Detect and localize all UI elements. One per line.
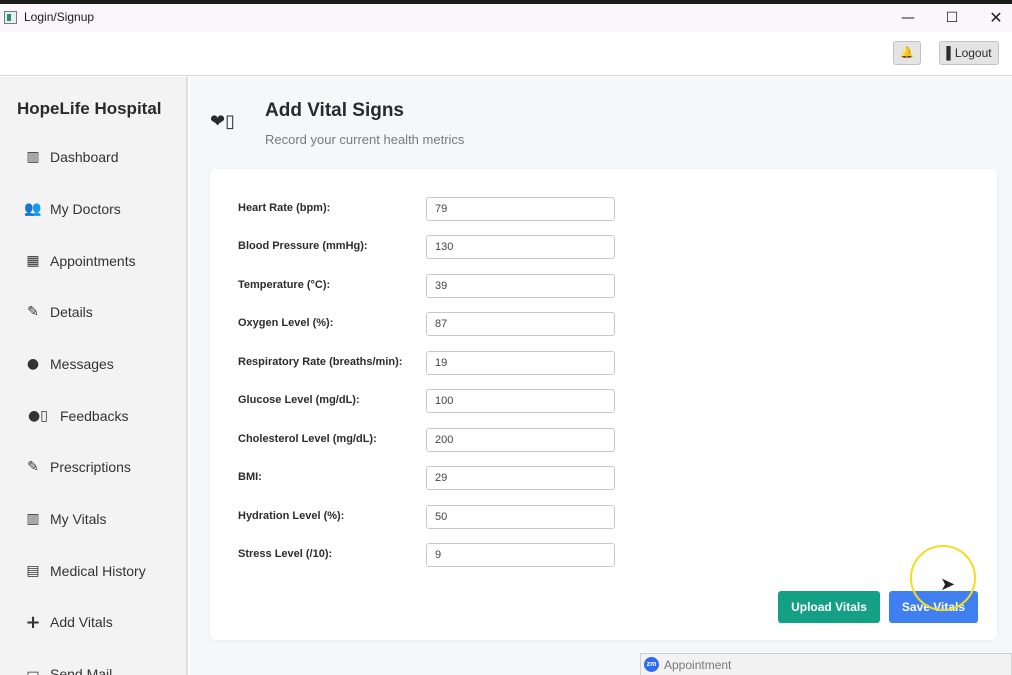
mouse-pointer-icon: ➤ xyxy=(940,574,956,595)
form-row-blood-pressure: Blood Pressure (mmHg): xyxy=(238,235,658,259)
calendar-icon: ▦ xyxy=(26,253,40,269)
sidebar-item-add-vitals[interactable]: + Add Vitals xyxy=(24,610,113,634)
taskbar-window-label: Appointment xyxy=(664,658,732,672)
form-row-hydration-level: Hydration Level (%): xyxy=(238,505,658,529)
taskbar-appointment-window[interactable]: zm Appointment xyxy=(640,653,1012,675)
hydration-level-label: Hydration Level (%): xyxy=(238,510,345,522)
form-row-cholesterol-level: Cholesterol Level (mg/dL): xyxy=(238,428,658,452)
brand-title: HopeLife Hospital xyxy=(17,99,162,118)
window-titlebar: Login/Signup — ☐ ✕ xyxy=(0,4,1012,32)
plus-icon: + xyxy=(25,611,41,633)
respiratory-rate-input[interactable] xyxy=(426,351,615,375)
stress-level-label: Stress Level (/10): xyxy=(238,548,333,560)
heart-rate-label: Heart Rate (bpm): xyxy=(238,202,331,214)
edit-icon: ✎ xyxy=(27,304,39,320)
temperature-input[interactable] xyxy=(426,274,615,298)
notifications-button[interactable]: 🔔 xyxy=(893,41,921,65)
vitals-form-card: Heart Rate (bpm): Blood Pressure (mmHg):… xyxy=(210,169,997,640)
scroll-icon: ▤ xyxy=(26,563,40,579)
zoom-app-icon: zm xyxy=(644,657,659,672)
mail-icon: ▭ xyxy=(26,666,40,675)
respiratory-rate-label: Respiratory Rate (breaths/min): xyxy=(238,356,403,368)
sidebar-item-dashboard[interactable]: ▥ Dashboard xyxy=(24,145,119,169)
sidebar-item-label: Medical History xyxy=(50,563,146,579)
sidebar-item-label: Dashboard xyxy=(50,149,119,165)
glucose-level-label: Glucose Level (mg/dL): xyxy=(238,394,360,406)
window-title: Login/Signup xyxy=(24,10,95,24)
sidebar-item-medical-history[interactable]: ▤ Medical History xyxy=(24,559,146,583)
bmi-input[interactable] xyxy=(426,466,615,490)
form-row-respiratory-rate: Respiratory Rate (breaths/min): xyxy=(238,351,658,375)
blood-pressure-label: Blood Pressure (mmHg): xyxy=(238,240,368,252)
sidebar-item-label: Feedbacks xyxy=(60,408,129,424)
heart-rate-input[interactable] xyxy=(426,197,615,221)
doctors-icon: 👥 xyxy=(24,201,42,217)
prescription-icon: ✎ xyxy=(27,459,39,475)
sidebar-item-prescriptions[interactable]: ✎ Prescriptions xyxy=(24,455,131,479)
sidebar-item-label: My Vitals xyxy=(50,511,107,527)
temperature-label: Temperature (°C): xyxy=(238,279,331,291)
oxygen-level-label: Oxygen Level (%): xyxy=(238,317,334,329)
logout-button[interactable]: ▌Logout xyxy=(939,41,999,65)
form-row-glucose-level: Glucose Level (mg/dL): xyxy=(238,389,658,413)
sidebar-item-label: My Doctors xyxy=(50,201,121,217)
form-row-stress-level: Stress Level (/10): xyxy=(238,543,658,567)
bmi-label: BMI: xyxy=(238,471,262,483)
vitals-icon: ▥ xyxy=(26,511,40,527)
sidebar-item-send-mail[interactable]: ▭ Send Mail xyxy=(24,662,112,675)
feedback-icon: ●▯ xyxy=(28,408,48,424)
glucose-level-input[interactable] xyxy=(426,389,615,413)
sidebar-item-my-doctors[interactable]: 👥 My Doctors xyxy=(24,197,121,221)
app-icon xyxy=(4,11,17,24)
heart-icon: ❤▯ xyxy=(210,111,235,132)
form-row-temperature: Temperature (°C): xyxy=(238,274,658,298)
sidebar-item-label: Add Vitals xyxy=(50,614,113,630)
bell-icon: 🔔 xyxy=(900,47,914,59)
cholesterol-level-input[interactable] xyxy=(426,428,615,452)
chat-icon: ● xyxy=(26,356,40,372)
form-row-oxygen-level: Oxygen Level (%): xyxy=(238,312,658,336)
sidebar-item-details[interactable]: ✎ Details xyxy=(24,300,93,324)
sidebar: HopeLife Hospital ▥ Dashboard 👥 My Docto… xyxy=(0,77,188,675)
page-subtitle: Record your current health metrics xyxy=(265,132,465,147)
main-content: ❤▯ Add Vital Signs Record your current h… xyxy=(190,77,1012,675)
sidebar-item-appointments[interactable]: ▦ Appointments xyxy=(24,249,136,273)
sidebar-item-label: Messages xyxy=(50,356,114,372)
sidebar-item-label: Details xyxy=(50,304,93,320)
maximize-button[interactable]: ☐ xyxy=(934,6,970,30)
sidebar-item-messages[interactable]: ● Messages xyxy=(24,352,114,376)
dashboard-icon: ▥ xyxy=(26,149,40,165)
sidebar-item-label: Prescriptions xyxy=(50,459,131,475)
sidebar-item-label: Send Mail xyxy=(50,666,113,675)
oxygen-level-input[interactable] xyxy=(426,312,615,336)
blood-pressure-input[interactable] xyxy=(426,235,615,259)
hydration-level-input[interactable] xyxy=(426,505,615,529)
sidebar-item-label: Appointments xyxy=(50,253,136,269)
stress-level-input[interactable] xyxy=(426,543,615,567)
form-row-bmi: BMI: xyxy=(238,466,658,490)
sidebar-item-my-vitals[interactable]: ▥ My Vitals xyxy=(24,507,107,531)
page-title: Add Vital Signs xyxy=(265,100,405,121)
top-toolbar: 🔔 ▌Logout xyxy=(0,32,1012,76)
form-row-heart-rate: Heart Rate (bpm): xyxy=(238,197,658,221)
cholesterol-level-label: Cholesterol Level (mg/dL): xyxy=(238,433,377,445)
upload-vitals-button[interactable]: Upload Vitals xyxy=(778,591,880,623)
minimize-button[interactable]: — xyxy=(890,6,926,30)
sidebar-item-feedbacks[interactable]: ●▯ Feedbacks xyxy=(24,404,128,428)
close-button[interactable]: ✕ xyxy=(978,6,1012,30)
